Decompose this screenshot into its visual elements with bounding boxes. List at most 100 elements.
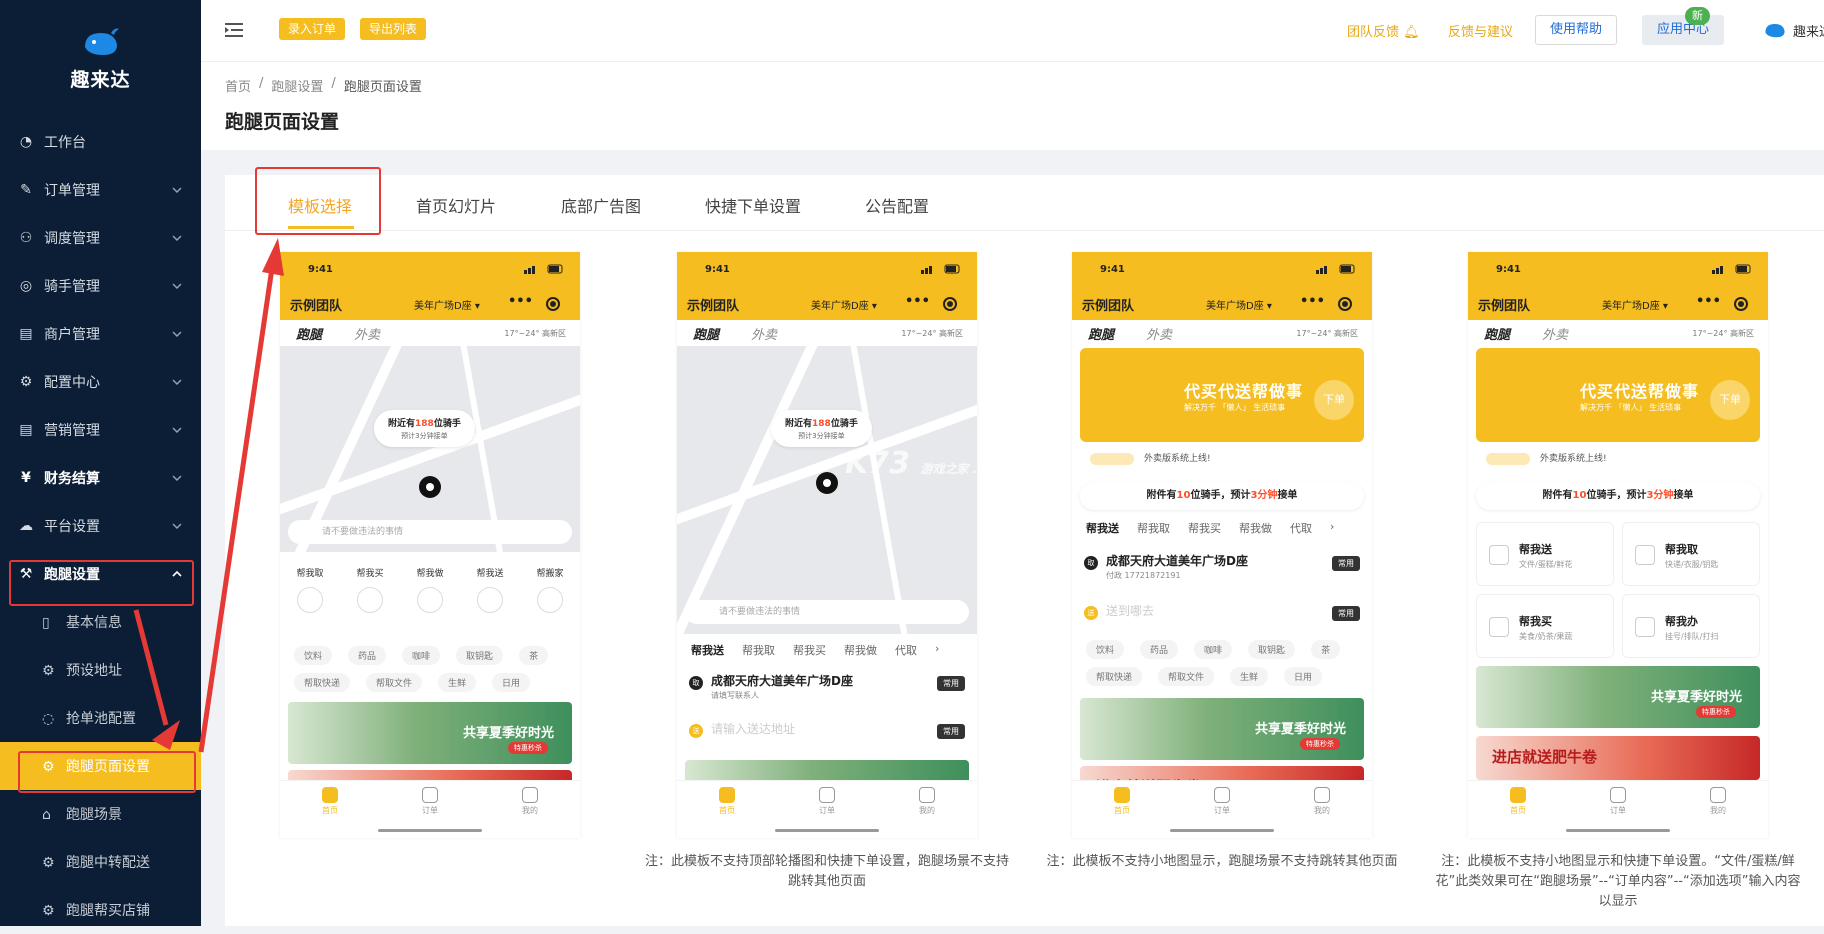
watermark-subtext: 游戏之家 .com	[920, 462, 1006, 476]
more-icon: •••	[508, 294, 533, 309]
home-icon: ⌂	[42, 807, 51, 823]
document-icon: ▯	[42, 615, 50, 631]
sidebar-item-6[interactable]: ▤ 营销管理	[0, 406, 201, 454]
team-feedback-label: 团队反馈	[1347, 25, 1400, 40]
brand-logo[interactable]: 趣来达	[0, 0, 201, 118]
banner-summer: 共享夏季好时光 特惠秒杀	[288, 702, 572, 764]
template-3-note: 注：此模板不支持小地图显示，跑腿场景不支持跳转其他页面	[1046, 854, 1398, 869]
banner-errand: 代买代送帮做事 解决万千 「懒人」 生活琐事 下单	[1080, 348, 1364, 442]
template-2-note: 注：此模板不支持顶部轮播图和快捷下单设置，跑腿场景不支持跳转其他页面	[644, 854, 1009, 889]
tab-home-slides[interactable]: 首页幻灯片	[416, 193, 496, 217]
sidebar-item-9[interactable]: ⚒ 跑腿设置	[0, 550, 201, 598]
sidebar-subitem-0[interactable]: ▯ 基本信息	[0, 598, 201, 646]
cloud-gear-icon: ☁	[19, 518, 33, 534]
breadcrumb-sep: /	[259, 76, 264, 91]
breadcrumb-sep: /	[331, 76, 336, 91]
chat-icon: ◌	[42, 711, 55, 727]
tab-quick-order[interactable]: 快捷下单设置	[705, 193, 801, 217]
phone-tabs: 跑腿 外卖 17°~24° 高新区	[280, 320, 580, 346]
yen-icon: ¥	[21, 470, 31, 486]
weather: 17°~24° 高新区	[504, 329, 566, 338]
phone-header: 示例团队 美年广场D座 ▾ •••	[280, 288, 580, 320]
chevron-down-icon	[171, 328, 183, 340]
tab-announcement[interactable]: 公告配置	[865, 193, 929, 217]
sidebar-item-4[interactable]: ▤ 商户管理	[0, 310, 201, 358]
page-title: 跑腿页面设置	[225, 111, 340, 133]
chevron-down-icon	[171, 280, 183, 292]
template-preview-4[interactable]: 9:41 示例团队 美年广场D座 ▾ ••• 跑腿 外卖 17°~24° 高新区 代买代…	[1468, 252, 1768, 838]
sidebar-subitem-2[interactable]: ◌ 抢单池配置	[0, 694, 201, 742]
feedback-link[interactable]: 反馈与建议	[1448, 21, 1513, 40]
chevron-down-icon	[171, 520, 183, 532]
target-icon	[546, 297, 560, 311]
map-pin-icon	[816, 472, 838, 494]
sidebar-subitem-label: 跑腿中转配送	[66, 855, 150, 871]
watermark-text: K73	[845, 446, 910, 481]
store-icon: ▤	[19, 326, 33, 342]
chip-list: 饮料 药品 咖啡 取钥匙茶帮取快递 帮取文件 生鲜 日用	[294, 646, 574, 692]
sidebar-item-8[interactable]: ☁ 平台设置	[0, 502, 201, 550]
export-list-button[interactable]: 导出列表	[360, 18, 427, 40]
tab-template-select[interactable]: 模板选择	[288, 193, 352, 217]
sidebar-item-label: 工作台	[44, 135, 86, 151]
sidebar-item-7[interactable]: ¥ 财务结算	[0, 454, 201, 502]
team-name: 示例团队	[290, 299, 343, 314]
user-avatar-icon	[1765, 24, 1785, 38]
chevron-up-icon	[171, 568, 183, 580]
sidebar-item-1[interactable]: ✎ 订单管理	[0, 166, 201, 214]
mini-map: 附近有188位骑手 预计3分钟接单 请不要做违法的事情	[280, 346, 580, 552]
gear-icon: ⚙	[19, 374, 33, 390]
sidebar-item-5[interactable]: ⚙ 配置中心	[0, 358, 201, 406]
sidebar-item-3[interactable]: ◎ 骑手管理	[0, 262, 201, 310]
template-preview-1[interactable]: 9:41 示例团队 美年广场D座 ▾ ••• 跑腿 外卖 17°~24° 高新区 附近有…	[280, 252, 580, 838]
sidebar-item-label: 订单管理	[44, 183, 100, 199]
menu-fold-icon[interactable]	[225, 22, 243, 38]
tab-run: 跑腿	[296, 328, 323, 343]
team-feedback-link[interactable]: 团队反馈 🔔︎	[1347, 21, 1420, 40]
bell-icon: 🔔︎	[1403, 25, 1420, 40]
rider-count: 附件有10位骑手，预计3分钟接单	[1080, 482, 1364, 510]
sidebar-item-label: 跑腿设置	[44, 567, 100, 583]
sidebar-subitem-5[interactable]: ⚙ 跑腿中转配送	[0, 838, 201, 886]
sidebar-subitem-4[interactable]: ⌂ 跑腿场景	[0, 790, 201, 838]
map-search-input: 请不要做违法的事情	[288, 520, 572, 544]
breadcrumb-home[interactable]: 首页	[225, 76, 251, 95]
edit-icon: ✎	[20, 182, 32, 198]
sidebar-item-2[interactable]: ⚇ 调度管理	[0, 214, 201, 262]
sidebar-subitem-3[interactable]: ⚙ 跑腿页面设置	[0, 742, 201, 790]
gear-icon: ⚙	[42, 663, 55, 679]
sidebar-item-label: 商户管理	[44, 327, 100, 343]
delivery-address: 送请输入送达地址 常用	[689, 718, 965, 758]
tab-bar: 模板选择 首页幻灯片 底部广告图 快捷下单设置 公告配置	[225, 175, 1824, 231]
rider-bubble: 附近有188位骑手 预计3分钟接单	[374, 410, 475, 447]
map-pin-icon	[419, 476, 441, 498]
sidebar-subitem-label: 跑腿页面设置	[66, 759, 150, 775]
user-name: 趣来达	[1793, 24, 1824, 40]
service-row: 帮我取 帮我买 帮我做 帮我送 帮搬家	[280, 566, 580, 613]
sidebar-item-0[interactable]: ◔ 工作台	[0, 118, 201, 166]
template-preview-3[interactable]: 9:41 示例团队 美年广场D座 ▾ ••• 跑腿 外卖 17°~24° 高新区 代买代…	[1072, 252, 1372, 838]
sidebar-subitem-6[interactable]: ⚙ 跑腿帮买店铺	[0, 886, 201, 934]
sidebar: 趣来达 ◔ 工作台 ✎ 订单管理 ⚇ 调度管理 ◎ 骑手管理 ▤ 商户管理 ⚙ 配置中心 ▤ 营销管理 ¥ 财…	[0, 0, 201, 926]
sidebar-subitem-label: 跑腿场景	[66, 807, 122, 823]
sidebar-item-label: 骑手管理	[44, 279, 100, 295]
app-center-button[interactable]: 应用中心	[1642, 15, 1725, 45]
chevron-down-icon	[171, 184, 183, 196]
gear-icon: ⚙	[42, 903, 55, 919]
check-circle-icon: ◎	[19, 278, 33, 294]
breadcrumb-run-settings[interactable]: 跑腿设置	[271, 76, 323, 95]
template-preview-2[interactable]: 9:41 示例团队 美年广场D座 ▾ ••• 跑腿 外卖 17°~24° 高新区 附近有…	[677, 252, 977, 838]
page-header: 首页 / 跑腿设置 / 跑腿页面设置 跑腿页面设置	[201, 62, 1824, 150]
user-menu[interactable]: 趣来达	[1763, 20, 1824, 40]
tab-bottom-ads[interactable]: 底部广告图	[561, 193, 641, 217]
dashboard-icon: ◔	[19, 134, 33, 150]
help-button[interactable]: 使用帮助	[1535, 15, 1618, 45]
sidebar-item-label: 财务结算	[44, 471, 100, 487]
pickup-address: 取成都天府大道美年广场D座 请填写联系人 常用	[689, 670, 965, 710]
breadcrumb: 首页 / 跑腿设置 / 跑腿页面设置	[225, 76, 1800, 95]
wrench-icon: ⚒	[19, 566, 33, 582]
sidebar-subitem-1[interactable]: ⚙ 预设地址	[0, 646, 201, 694]
phone-bottom-nav: 首页 订单 我的	[280, 780, 580, 838]
enter-order-button[interactable]: 录入订单	[279, 18, 346, 40]
status-bar: 9:41	[280, 252, 580, 288]
